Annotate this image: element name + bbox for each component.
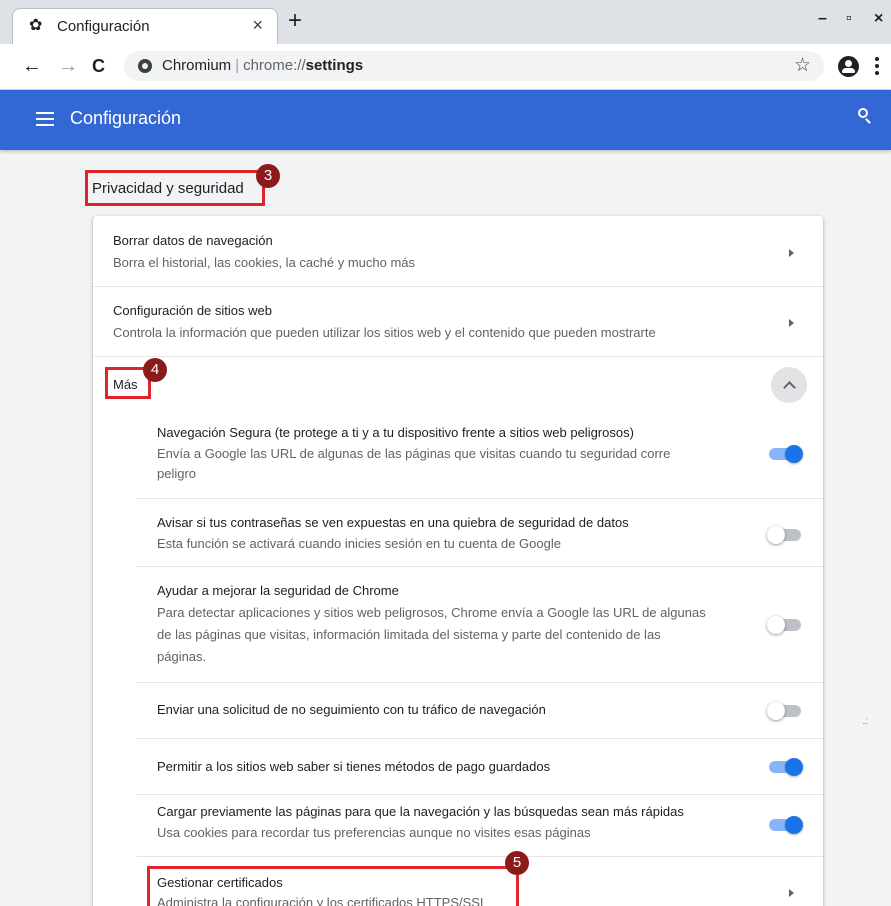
row-safe-browsing[interactable]: Navegación Segura (te protege a ti y a t… xyxy=(93,412,823,498)
privacy-card: Borrar datos de navegación Borra el hist… xyxy=(93,216,823,906)
row-label: Navegación Segura (te protege a ti y a t… xyxy=(157,425,634,440)
preload-toggle[interactable] xyxy=(767,815,803,835)
chromium-icon xyxy=(138,59,152,73)
url-prefix: chrome:// xyxy=(243,57,306,74)
address-separator: | xyxy=(235,57,240,74)
tab-close-icon[interactable]: × xyxy=(252,15,263,35)
forward-button[interactable]: → xyxy=(58,56,78,76)
row-sublabel: Envía a Google las URL de algunas de las… xyxy=(157,446,671,461)
search-icon[interactable] xyxy=(858,108,874,128)
address-bar[interactable]: Chromium | chrome://settings xyxy=(124,51,824,81)
site-name: Chromium xyxy=(162,57,232,74)
row-sublabel: Esta función se activará cuando inicies … xyxy=(157,536,561,551)
do-not-track-toggle[interactable] xyxy=(767,701,803,721)
tab-strip: ✿ Configuración × + – ▫ × xyxy=(0,0,891,44)
url-path: settings xyxy=(305,57,364,74)
annotation-badge-4: 4 xyxy=(143,358,167,382)
row-label: Configuración de sitios web xyxy=(113,303,272,318)
row-sublabel: páginas. xyxy=(157,649,207,664)
row-label: Enviar una solicitud de no seguimiento c… xyxy=(157,702,546,717)
row-sublabel: Para detectar aplicaciones y sitios web … xyxy=(157,605,706,620)
back-button[interactable]: ← xyxy=(22,56,42,76)
password-leak-toggle[interactable] xyxy=(767,525,803,545)
gear-icon: ✿ xyxy=(29,17,43,34)
row-label: Cargar previamente las páginas para que … xyxy=(157,804,684,819)
new-tab-button[interactable]: + xyxy=(288,9,302,33)
annotation-badge-3: 3 xyxy=(256,164,280,188)
close-window-button[interactable]: × xyxy=(874,10,883,28)
row-site-settings[interactable]: Configuración de sitios web Controla la … xyxy=(93,286,823,356)
row-sublabel: Usa cookies para recordar tus preferenci… xyxy=(157,825,591,840)
arrow-right-icon xyxy=(789,249,794,257)
row-clear-data[interactable]: Borrar datos de navegación Borra el hist… xyxy=(93,216,823,286)
maximize-button[interactable]: ▫ xyxy=(846,10,852,28)
safe-browsing-toggle[interactable] xyxy=(767,444,803,464)
page-title: Configuración xyxy=(70,108,182,128)
arrow-right-icon xyxy=(789,319,794,327)
row-do-not-track[interactable]: Enviar una solicitud de no seguimiento c… xyxy=(137,682,823,738)
account-icon[interactable] xyxy=(838,56,859,77)
row-label: Avisar si tus contraseñas se ven expuest… xyxy=(157,515,629,530)
payment-methods-toggle[interactable] xyxy=(767,757,803,777)
minimize-button[interactable]: – xyxy=(818,10,827,28)
reload-button[interactable]: C xyxy=(92,56,105,76)
row-label: Borrar datos de navegación xyxy=(113,233,273,248)
resize-grip-icon: ..: xyxy=(862,716,868,727)
annotation-box-3 xyxy=(85,170,265,206)
row-label: Ayudar a mejorar la seguridad de Chrome xyxy=(157,583,399,598)
chevron-up-icon[interactable] xyxy=(771,367,807,403)
annotation-box-5 xyxy=(147,866,519,906)
row-label: Permitir a los sitios web saber si tiene… xyxy=(157,759,551,774)
row-payment-methods[interactable]: Permitir a los sitios web saber si tiene… xyxy=(137,738,823,794)
settings-header: Configuración xyxy=(0,90,891,150)
tab-settings[interactable]: ✿ Configuración × xyxy=(12,8,278,44)
tab-title: Configuración xyxy=(57,18,150,35)
row-password-leak[interactable]: Avisar si tus contraseñas se ven expuest… xyxy=(137,498,823,566)
arrow-right-icon xyxy=(789,889,794,897)
row-more[interactable]: Más xyxy=(93,356,823,412)
menu-icon[interactable] xyxy=(875,57,879,75)
address-text: Chromium | chrome://settings xyxy=(162,57,363,74)
browser-toolbar: ← → C Chromium | chrome://settings ☆ xyxy=(0,44,891,90)
improve-security-toggle[interactable] xyxy=(767,615,803,635)
row-improve-security[interactable]: Ayudar a mejorar la seguridad de Chrome … xyxy=(137,566,823,682)
annotation-badge-5: 5 xyxy=(505,851,529,875)
row-preload[interactable]: Cargar previamente las páginas para que … xyxy=(137,794,823,856)
row-sublabel: Controla la información que pueden utili… xyxy=(113,325,656,340)
row-sublabel: de las páginas que visitas, información … xyxy=(157,627,661,642)
star-icon[interactable]: ☆ xyxy=(794,56,811,75)
hamburger-icon[interactable] xyxy=(36,112,54,126)
row-sublabel: Borra el historial, las cookies, la cach… xyxy=(113,255,416,270)
row-sublabel: peligro xyxy=(157,466,197,481)
